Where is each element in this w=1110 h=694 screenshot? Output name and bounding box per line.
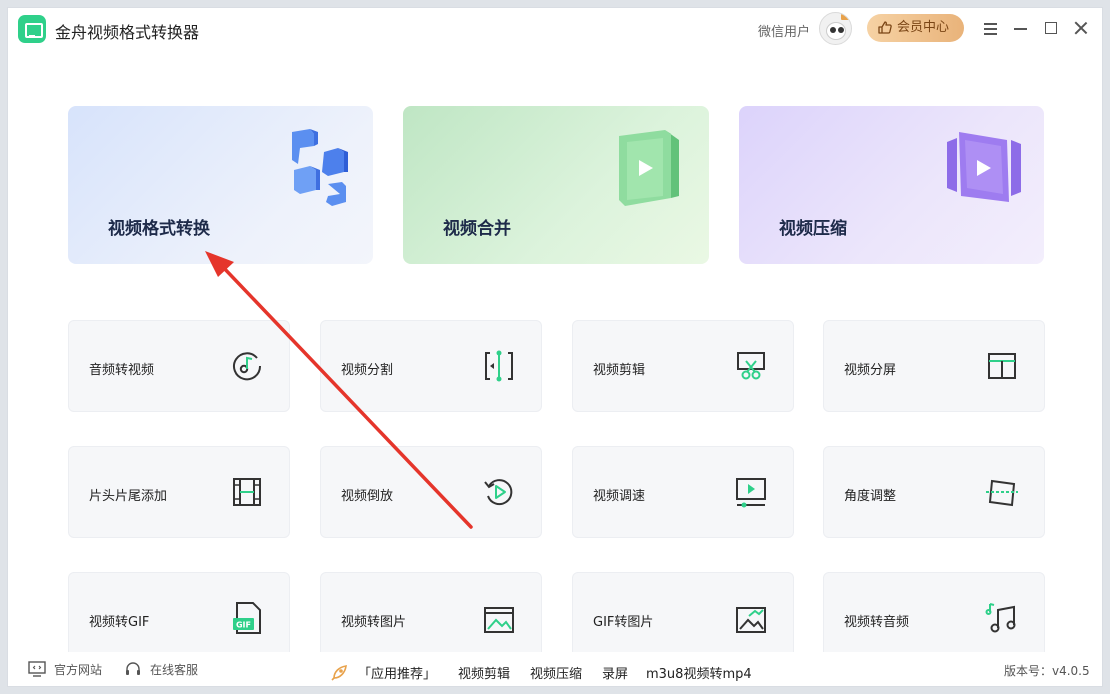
speed-icon xyxy=(736,478,766,508)
feature-card-merge[interactable]: 视频合并 xyxy=(403,106,709,264)
footer-link-m3u8-to-mp4[interactable]: m3u8视频转mp4 xyxy=(646,663,752,682)
tool-label: 视频分屏 xyxy=(844,363,897,378)
maximize-icon[interactable] xyxy=(1038,16,1064,42)
rocket-icon xyxy=(331,665,347,681)
app-title: 金舟视频格式转换器 xyxy=(55,23,200,42)
footer-link-screen-record[interactable]: 录屏 xyxy=(602,663,628,682)
avatar[interactable] xyxy=(819,12,852,45)
app-recommend-label: 「应用推荐」 xyxy=(358,667,437,682)
split-screen-icon xyxy=(988,353,1016,379)
tool-label: 视频分割 xyxy=(341,363,394,378)
tool-video-split[interactable]: 视频分割 xyxy=(320,320,542,412)
user-name[interactable]: 微信用户 xyxy=(758,21,810,40)
headset-icon xyxy=(126,662,140,675)
minimize-icon[interactable] xyxy=(1008,16,1034,42)
tool-video-edit[interactable]: 视频剪辑 xyxy=(572,320,794,412)
tool-label: GIF转图片 xyxy=(593,615,654,630)
rotate-frame-icon xyxy=(986,479,1018,507)
tool-label: 视频剪辑 xyxy=(593,363,646,378)
feature-card-label: 视频压缩 xyxy=(779,219,847,239)
tool-video-to-audio[interactable]: 视频转音频 xyxy=(823,572,1045,664)
close-icon[interactable] xyxy=(1068,16,1094,42)
official-website-link[interactable]: 官方网站 xyxy=(28,661,102,678)
tool-label: 视频转音频 xyxy=(844,615,910,630)
title-bar: 金舟视频格式转换器 微信用户 会员中心 xyxy=(8,8,1102,50)
online-support-link[interactable]: 在线客服 xyxy=(124,661,198,678)
feature-card-compress[interactable]: 视频压缩 xyxy=(739,106,1044,264)
tool-audio-to-video[interactable]: 音频转视频 xyxy=(68,320,290,412)
thumbs-up-icon xyxy=(878,21,892,34)
version-label: 版本号：v4.0.5 xyxy=(1004,664,1090,678)
online-support-label: 在线客服 xyxy=(150,663,199,677)
crown-icon xyxy=(841,14,849,20)
tool-label: 片头片尾添加 xyxy=(89,489,168,504)
tool-video-reverse[interactable]: 视频倒放 xyxy=(320,446,542,538)
monitor-icon xyxy=(28,661,46,677)
tool-video-to-image[interactable]: 视频转图片 xyxy=(320,572,542,664)
tool-video-to-gif[interactable]: 视频转GIF GIF xyxy=(68,572,290,664)
image-icon xyxy=(484,607,514,633)
compress-play-icon xyxy=(947,132,1021,202)
music-note-icon xyxy=(985,603,1016,633)
tool-label: 视频转GIF xyxy=(89,615,150,630)
tool-label: 视频转图片 xyxy=(341,615,407,630)
vip-center-button[interactable]: 会员中心 xyxy=(867,14,964,42)
feature-card-label: 视频合并 xyxy=(443,219,511,239)
split-icon xyxy=(485,350,513,382)
vip-center-label: 会员中心 xyxy=(897,20,950,35)
tool-split-screen[interactable]: 视频分屏 xyxy=(823,320,1045,412)
film-icon xyxy=(233,478,261,506)
footer-link-video-edit[interactable]: 视频剪辑 xyxy=(458,663,510,682)
tool-intro-outro[interactable]: 片头片尾添加 xyxy=(68,446,290,538)
feature-card-label: 视频格式转换 xyxy=(108,219,210,239)
footer-bar: 官方网站 在线客服 「应用推荐」 视频剪辑 视频压缩 录屏 m3u8视频转mp4… xyxy=(8,652,1102,686)
svg-text:GIF: GIF xyxy=(236,621,251,630)
official-website-label: 官方网站 xyxy=(54,663,103,677)
app-logo-icon xyxy=(18,15,46,43)
tool-label: 视频倒放 xyxy=(341,489,394,504)
footer-link-video-compress[interactable]: 视频压缩 xyxy=(530,663,582,682)
reverse-play-icon xyxy=(484,479,513,506)
feature-card-format-convert[interactable]: 视频格式转换 xyxy=(68,106,373,264)
tool-label: 音频转视频 xyxy=(89,363,155,378)
tool-gif-to-image[interactable]: GIF转图片 xyxy=(572,572,794,664)
menu-icon[interactable] xyxy=(978,16,1004,42)
tool-label: 视频调速 xyxy=(593,489,646,504)
gif-file-icon: GIF xyxy=(233,602,261,634)
tool-video-speed[interactable]: 视频调速 xyxy=(572,446,794,538)
gif-image-icon xyxy=(736,607,766,633)
app-window: 金舟视频格式转换器 微信用户 会员中心 视频格式转换 视频合并 视频压缩 音频转… xyxy=(7,7,1103,687)
scissors-icon xyxy=(737,352,765,380)
tool-label: 角度调整 xyxy=(844,489,897,504)
convert-cubes-icon xyxy=(292,129,348,206)
tool-angle-adjust[interactable]: 角度调整 xyxy=(823,446,1045,538)
audio-to-video-icon xyxy=(233,352,262,381)
merge-play-icon xyxy=(619,130,679,206)
